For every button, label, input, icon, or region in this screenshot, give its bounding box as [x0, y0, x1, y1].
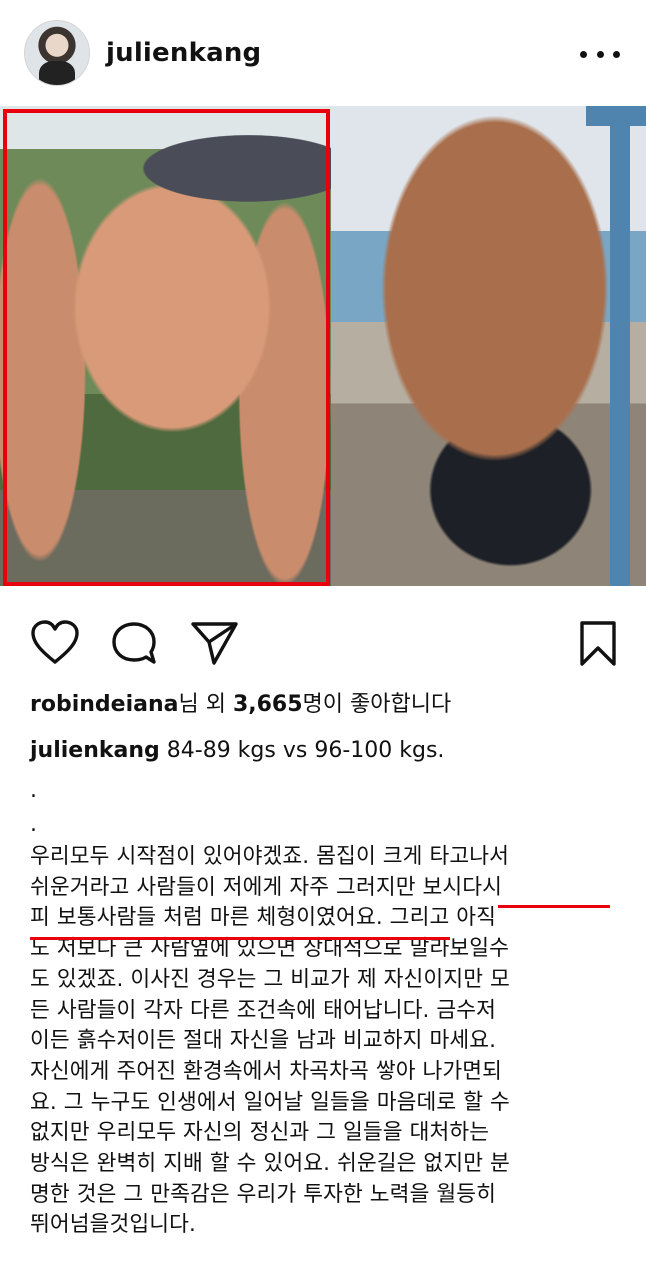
caption-line: 방식은 완벽히 지배 할 수 있어요. 쉬운길은 없지만 분 — [30, 1151, 510, 1177]
post-header: julienkang — [0, 0, 646, 106]
caption-username[interactable]: julienkang — [30, 738, 160, 763]
caption-line: 든 사람들이 각자 다른 조건속에 태어납니다. 금수저 — [30, 997, 497, 1023]
likes-suffix-text: 명이 좋아합니다 — [302, 692, 452, 717]
caption-line: 피 보통사람들 처럼 마른 체형이였어요. 그리고 아직 — [30, 905, 497, 931]
paper-plane-icon[interactable] — [190, 620, 240, 666]
bookmark-icon[interactable] — [578, 620, 618, 668]
comment-bubble-icon[interactable] — [110, 620, 158, 666]
liker-username[interactable]: robindeiana — [30, 692, 178, 717]
caption-dot: . — [30, 778, 37, 803]
caption-line: 요. 그 누구도 인생에서 일어날 일들을 마음데로 할 수 — [30, 1089, 510, 1115]
caption-dot: . — [30, 812, 37, 837]
caption-line: 도 있겠죠. 이사진 경우는 그 비교가 제 자신이지만 모 — [30, 966, 510, 992]
action-bar — [0, 614, 646, 674]
caption-line: 우리모두 시작점이 있어야겠죠. 몸집이 크게 타고나서 — [30, 844, 509, 869]
highlight-frame — [3, 109, 330, 586]
highlight-underline — [498, 905, 610, 908]
before-photo[interactable] — [0, 106, 331, 586]
likes-middle-text: 님 외 — [178, 692, 233, 717]
caption-text: 84-89 kgs vs 96-100 kgs. — [166, 738, 445, 763]
post-username[interactable]: julienkang — [106, 38, 261, 68]
more-horizontal-icon[interactable] — [580, 44, 620, 64]
pool-pole — [610, 106, 630, 586]
caption-line: 자신에게 주어진 환경속에서 차곡차곡 쌓아 나가면되 — [30, 1058, 503, 1084]
likes-summary[interactable]: robindeiana님 외 3,665명이 좋아합니다 — [30, 686, 451, 718]
highlight-underline — [30, 937, 450, 940]
caption-header: julienkang 84-89 kgs vs 96-100 kgs. — [30, 738, 444, 763]
caption-body: 우리모두 시작점이 있어야겠죠. 몸집이 크게 타고나서 쉬운거라고 사람들이 … — [30, 842, 630, 1241]
pool-pole-top — [586, 106, 646, 126]
caption-line: 이든 흙수저이든 절대 자신을 남과 비교하지 마세요. — [30, 1028, 497, 1054]
likes-count[interactable]: 3,665 — [233, 692, 303, 717]
heart-icon[interactable] — [30, 620, 80, 666]
after-photo[interactable] — [331, 106, 646, 586]
avatar[interactable] — [24, 20, 90, 86]
caption-line: 뛰어넘을것입니다. — [30, 1212, 196, 1238]
caption-line: 쉬운거라고 사람들이 저에게 자주 그러지만 보시다시 — [30, 874, 503, 900]
caption-line: 명한 것은 그 만족감은 우리가 투자한 노력을 월등히 — [30, 1181, 497, 1207]
caption-line: 없지만 우리모두 자신의 정신과 그 일들을 대처하는 — [30, 1120, 490, 1146]
